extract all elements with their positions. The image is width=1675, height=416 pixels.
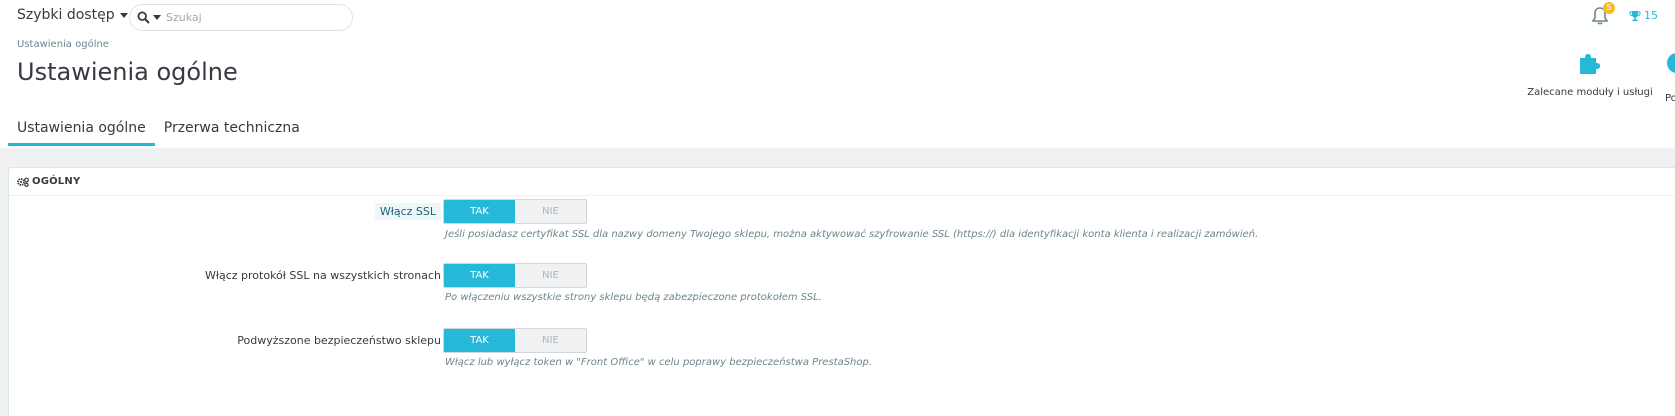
help-icon (1667, 53, 1675, 73)
panel-title: OGÓLNY (32, 176, 81, 187)
ssl-yes-option[interactable]: TAK (444, 200, 515, 223)
ssl-label: Włącz SSL (374, 203, 441, 220)
chevron-down-icon (153, 15, 161, 20)
token-help-text: Włącz lub wyłącz token w "Front Office" … (445, 357, 873, 368)
token-label: Podwyższone bezpieczeństwo sklepu (237, 334, 441, 347)
recommended-modules-button[interactable]: Zalecane moduły i usługi (1526, 50, 1654, 98)
gears-icon (17, 177, 29, 187)
tab-general-settings[interactable]: Ustawienia ogólne (8, 116, 155, 146)
ssl-everywhere-yes-option[interactable]: TAK (444, 264, 515, 287)
breadcrumb[interactable]: Ustawienia ogólne (17, 39, 109, 50)
ssl-everywhere-help-text: Po włączeniu wszystkie strony sklepu będ… (445, 292, 822, 303)
puzzle-icon (1580, 54, 1600, 74)
tab-maintenance[interactable]: Przerwa techniczna (155, 116, 309, 146)
ssl-switch[interactable]: TAK NIE (443, 199, 587, 224)
ssl-help-text: Jeśli posiadasz certyfikat SSL dla nazwy… (445, 229, 1259, 240)
recommended-modules-label: Zalecane moduły i usługi (1527, 87, 1653, 98)
page-title: Ustawienia ogólne (17, 58, 238, 86)
quick-access-dropdown[interactable]: Szybki dostęp (17, 7, 128, 23)
page-header: Ustawienia ogólne Ustawienia ogólne Zale… (0, 36, 1675, 148)
help-label: Po (1665, 93, 1675, 104)
ssl-everywhere-label: Włącz protokół SSL na wszystkich stronac… (204, 269, 441, 282)
top-header: Szybki dostęp 5 15 (0, 0, 1675, 36)
panel-heading: OGÓLNY (9, 168, 1675, 196)
tab-bar: Ustawienia ogólne Przerwa techniczna (8, 116, 309, 146)
token-switch[interactable]: TAK NIE (443, 328, 587, 353)
help-button[interactable]: Po (1664, 50, 1675, 104)
token-yes-option[interactable]: TAK (444, 329, 515, 352)
search-input[interactable] (166, 11, 336, 24)
quick-access-label: Szybki dostęp (17, 7, 115, 23)
notifications-badge: 5 (1603, 2, 1615, 14)
trophy-icon (1629, 10, 1641, 21)
chevron-down-icon (119, 12, 128, 18)
search-box (129, 4, 353, 31)
ssl-everywhere-no-option[interactable]: NIE (515, 264, 586, 287)
search-type-button[interactable] (130, 11, 166, 24)
search-icon (137, 11, 150, 24)
trophy-button[interactable]: 15 (1629, 9, 1658, 22)
token-no-option[interactable]: NIE (515, 329, 586, 352)
trophy-count: 15 (1644, 9, 1658, 22)
general-panel: OGÓLNY Włącz SSL TAK NIE Jeśli posiadasz… (8, 167, 1675, 416)
ssl-everywhere-switch[interactable]: TAK NIE (443, 263, 587, 288)
ssl-no-option[interactable]: NIE (515, 200, 586, 223)
